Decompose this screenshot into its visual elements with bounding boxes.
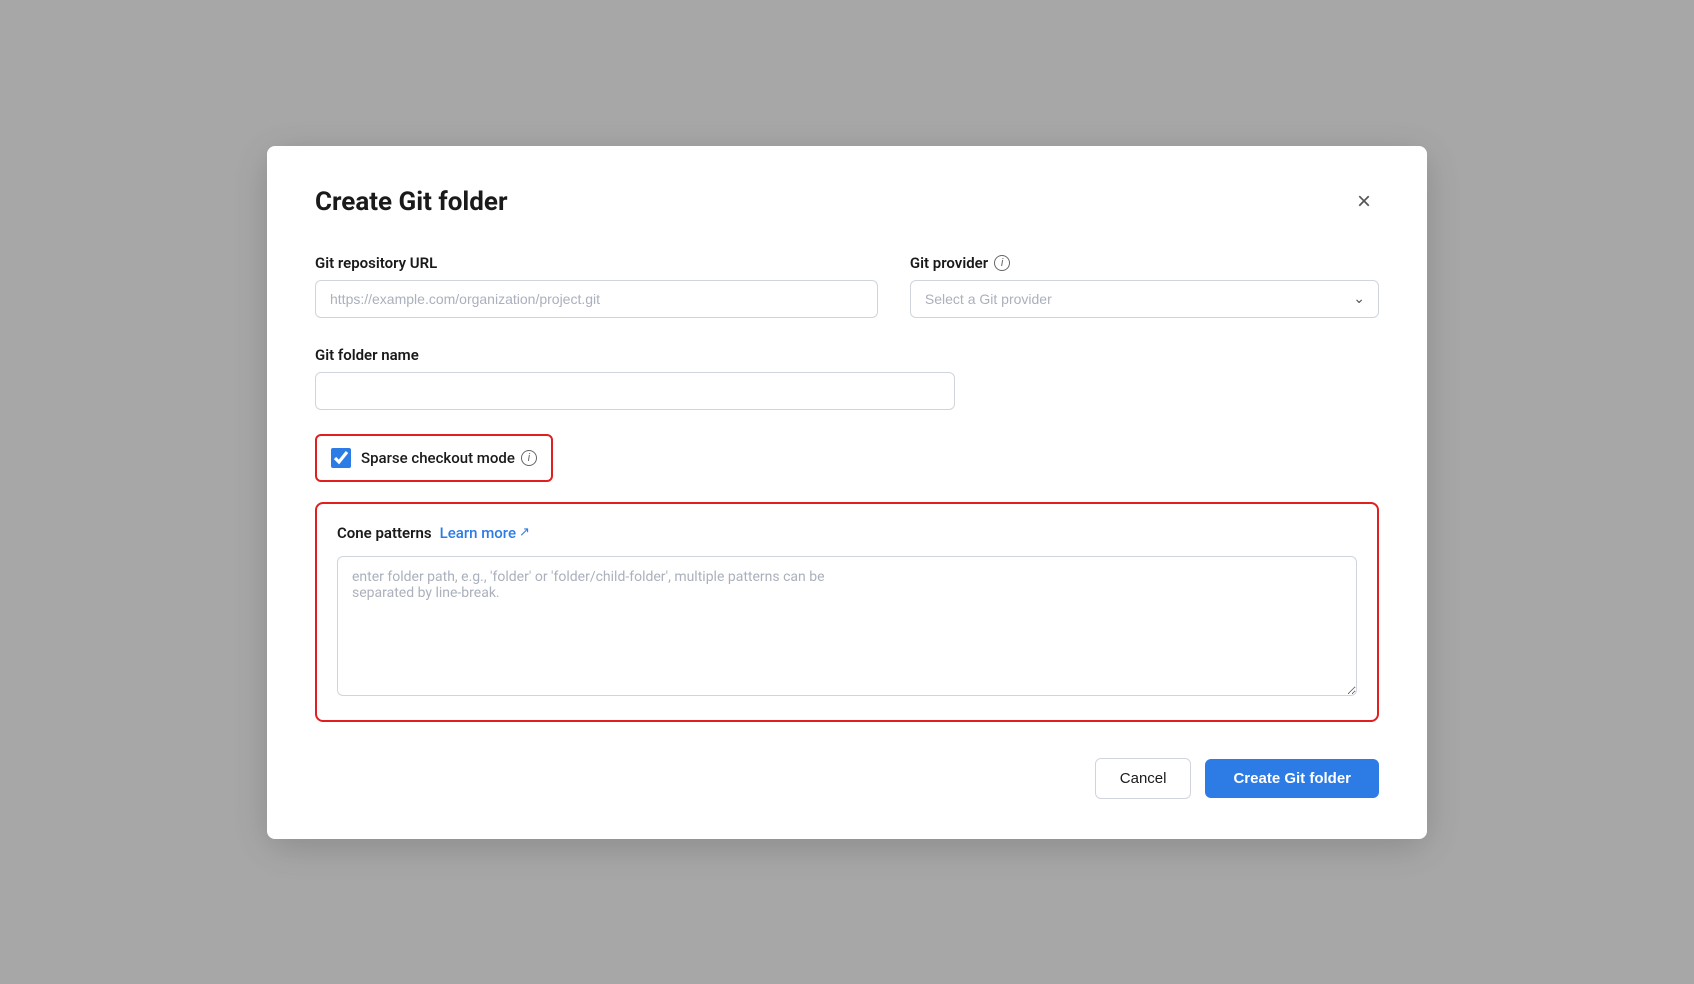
- folder-name-section: Git folder name: [315, 346, 1379, 410]
- modal-title: Create Git folder: [315, 187, 507, 217]
- sparse-checkout-info-icon: i: [521, 450, 537, 466]
- close-button[interactable]: ×: [1349, 186, 1379, 218]
- learn-more-link[interactable]: Learn more ↗: [440, 524, 530, 542]
- modal-dialog: Create Git folder × Git repository URL G…: [267, 146, 1427, 839]
- git-url-input[interactable]: [315, 280, 878, 318]
- sparse-checkout-label[interactable]: Sparse checkout mode i: [361, 449, 537, 467]
- sparse-checkout-checkbox[interactable]: [331, 448, 351, 468]
- create-git-folder-button[interactable]: Create Git folder: [1205, 759, 1379, 798]
- cone-patterns-header: Cone patterns Learn more ↗: [337, 524, 1357, 542]
- external-link-icon: ↗: [519, 525, 530, 540]
- modal-header: Create Git folder ×: [315, 186, 1379, 218]
- modal-overlay: Create Git folder × Git repository URL G…: [0, 0, 1694, 984]
- git-url-group: Git repository URL: [315, 254, 878, 318]
- git-provider-info-icon: i: [994, 255, 1010, 271]
- url-provider-row: Git repository URL Git provider i Select…: [315, 254, 1379, 318]
- git-url-label: Git repository URL: [315, 254, 878, 272]
- sparse-checkout-row: Sparse checkout mode i: [315, 434, 553, 482]
- cancel-button[interactable]: Cancel: [1095, 758, 1192, 799]
- git-provider-select-wrapper: Select a Git provider GitHub GitLab Bitb…: [910, 280, 1379, 318]
- git-folder-name-group: Git folder name: [315, 346, 955, 410]
- git-provider-select[interactable]: Select a Git provider GitHub GitLab Bitb…: [910, 280, 1379, 318]
- modal-footer: Cancel Create Git folder: [315, 758, 1379, 799]
- git-folder-name-label: Git folder name: [315, 346, 955, 364]
- git-provider-label: Git provider i: [910, 254, 1379, 272]
- git-folder-name-input[interactable]: [315, 372, 955, 410]
- git-provider-group: Git provider i Select a Git provider Git…: [910, 254, 1379, 318]
- cone-patterns-section: Cone patterns Learn more ↗: [315, 502, 1379, 722]
- cone-patterns-textarea[interactable]: [337, 556, 1357, 696]
